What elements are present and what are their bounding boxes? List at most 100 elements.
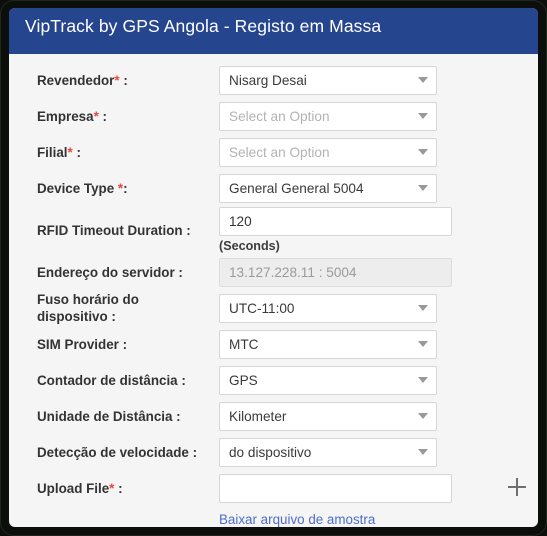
- chevron-down-icon[interactable]: [418, 341, 428, 347]
- field-distance-unit: Kilometer: [219, 401, 437, 431]
- select-distance-unit[interactable]: Kilometer: [219, 401, 437, 431]
- form-row-distance-unit: Unidade de Distância : Kilometer: [9, 398, 538, 434]
- select-distance-counter[interactable]: GPS: [219, 365, 437, 395]
- label-rfid-timeout-text: RFID Timeout Duration: [37, 222, 187, 238]
- label-revendedor: Revendedor* :: [37, 72, 219, 89]
- window-frame: VipTrack by GPS Angola - Registo em Mass…: [0, 0, 547, 536]
- label-rfid-timeout: RFID Timeout Duration :: [37, 222, 219, 239]
- field-revendedor: Nisarg Desai: [219, 65, 437, 95]
- label-speed-detection-text: Detecção de velocidade: [37, 444, 193, 460]
- label-suffix: :: [72, 144, 81, 160]
- select-distance-counter-value: GPS: [229, 372, 258, 388]
- label-device-type-text: Device Type: [37, 180, 118, 196]
- label-distance-unit: Unidade de Distância :: [37, 408, 219, 425]
- select-filial[interactable]: Select an Option: [219, 137, 437, 167]
- chevron-down-icon[interactable]: [418, 77, 428, 83]
- select-speed-detection-value: do dispositivo: [229, 444, 312, 460]
- label-suffix: :: [114, 480, 123, 496]
- field-device-type: General General 5004: [219, 173, 437, 203]
- form-row-filial: Filial* : Select an Option: [9, 134, 538, 170]
- select-device-type-value: General General 5004: [229, 180, 364, 196]
- download-sample-file-link[interactable]: Baixar arquivo de amostra: [219, 511, 375, 527]
- label-suffix: :: [98, 108, 107, 124]
- label-filial: Filial* :: [37, 144, 219, 161]
- rfid-timeout-unit-hint: (Seconds): [219, 238, 280, 253]
- select-filial-value: Select an Option: [229, 144, 330, 160]
- select-device-timezone-value: UTC-11:00: [229, 300, 295, 316]
- select-speed-detection[interactable]: do dispositivo: [219, 437, 437, 467]
- label-sim-provider: SIM Provider :: [37, 336, 219, 353]
- select-revendedor[interactable]: Nisarg Desai: [219, 65, 437, 95]
- chevron-down-icon[interactable]: [418, 413, 428, 419]
- field-filial: Select an Option: [219, 137, 437, 167]
- select-revendedor-value: Nisarg Desai: [229, 72, 307, 88]
- input-upload-file[interactable]: [219, 473, 452, 503]
- label-suffix: :: [119, 72, 128, 88]
- label-revendedor-text: Revendedor: [37, 72, 115, 88]
- label-suffix: :: [192, 444, 198, 460]
- sample-file-link-row: Baixar arquivo de amostra: [9, 511, 538, 527]
- label-suffix: :: [186, 222, 191, 238]
- label-suffix: :: [176, 408, 181, 424]
- label-device-type: Device Type *:: [37, 180, 219, 197]
- field-empresa: Select an Option: [219, 101, 437, 131]
- label-sim-provider-text: SIM Provider: [37, 336, 123, 352]
- form-row-device-timezone: Fuso horário do dispositivo : UTC-11:00: [9, 290, 538, 326]
- chevron-down-icon[interactable]: [418, 377, 428, 383]
- label-empresa-text: Empresa: [37, 108, 94, 124]
- form-row-revendedor: Revendedor* : Nisarg Desai: [9, 62, 538, 98]
- form-row-distance-counter: Contador de distância : GPS: [9, 362, 538, 398]
- field-speed-detection: do dispositivo: [219, 437, 437, 467]
- select-empresa[interactable]: Select an Option: [219, 101, 437, 131]
- page-title: VipTrack by GPS Angola - Registo em Mass…: [9, 8, 538, 54]
- select-distance-unit-value: Kilometer: [229, 408, 287, 424]
- form-row-empresa: Empresa* : Select an Option: [9, 98, 538, 134]
- label-distance-counter-text: Contador de distância: [37, 372, 182, 388]
- chevron-down-icon[interactable]: [418, 149, 428, 155]
- form-row-server-address: Endereço do servidor : 13.127.228.11 : 5…: [9, 254, 538, 290]
- input-server-address: 13.127.228.11 : 5004: [219, 257, 452, 287]
- form-row-upload-file: Upload File* :: [9, 470, 538, 506]
- label-distance-counter: Contador de distância :: [37, 372, 219, 389]
- form-row-device-type: Device Type *: General General 5004: [9, 170, 538, 206]
- label-speed-detection: Detecção de velocidade :: [37, 444, 219, 461]
- chevron-down-icon[interactable]: [418, 185, 428, 191]
- form-row-rfid-timeout: RFID Timeout Duration : 120 (Seconds): [9, 206, 538, 254]
- label-empresa: Empresa* :: [37, 108, 219, 125]
- select-device-type[interactable]: General General 5004: [219, 173, 437, 203]
- select-empresa-value: Select an Option: [229, 108, 330, 124]
- plus-icon[interactable]: [508, 478, 526, 496]
- label-upload-file: Upload File* :: [37, 480, 219, 497]
- input-rfid-timeout-value: 120: [229, 213, 252, 229]
- chevron-down-icon[interactable]: [418, 113, 428, 119]
- chevron-down-icon[interactable]: [418, 305, 428, 311]
- label-upload-file-text: Upload File: [37, 480, 110, 496]
- label-server-address-text: Endereço do servidor: [37, 264, 179, 280]
- label-server-address: Endereço do servidor :: [37, 264, 219, 281]
- label-suffix: :: [178, 264, 183, 280]
- form-row-sim-provider: SIM Provider : MTC: [9, 326, 538, 362]
- label-suffix: :: [122, 336, 128, 352]
- form-row-speed-detection: Detecção de velocidade : do dispositivo: [9, 434, 538, 470]
- label-suffix: :: [181, 372, 186, 388]
- select-sim-provider-value: MTC: [229, 336, 259, 352]
- field-sim-provider: MTC: [219, 329, 437, 359]
- label-device-timezone: Fuso horário do dispositivo :: [37, 291, 219, 325]
- label-device-timezone-text: Fuso horário do dispositivo: [37, 292, 139, 324]
- select-sim-provider[interactable]: MTC: [219, 329, 437, 359]
- label-distance-unit-text: Unidade de Distância: [37, 408, 177, 424]
- chevron-down-icon[interactable]: [418, 449, 428, 455]
- label-suffix: :: [111, 309, 116, 324]
- input-rfid-timeout[interactable]: 120: [219, 206, 452, 236]
- label-filial-text: Filial: [37, 144, 68, 160]
- field-distance-counter: GPS: [219, 365, 437, 395]
- form-panel: VipTrack by GPS Angola - Registo em Mass…: [9, 8, 538, 527]
- field-server-address: 13.127.228.11 : 5004: [219, 257, 452, 287]
- field-upload-file: [219, 473, 452, 503]
- input-server-address-value: 13.127.228.11 : 5004: [229, 264, 357, 280]
- field-device-timezone: UTC-11:00: [219, 293, 437, 323]
- label-suffix: :: [123, 180, 128, 196]
- field-rfid-timeout: 120 (Seconds): [219, 206, 452, 254]
- bulk-registration-form: Revendedor* : Nisarg Desai Empresa* : Se…: [9, 54, 538, 527]
- select-device-timezone[interactable]: UTC-11:00: [219, 293, 437, 323]
